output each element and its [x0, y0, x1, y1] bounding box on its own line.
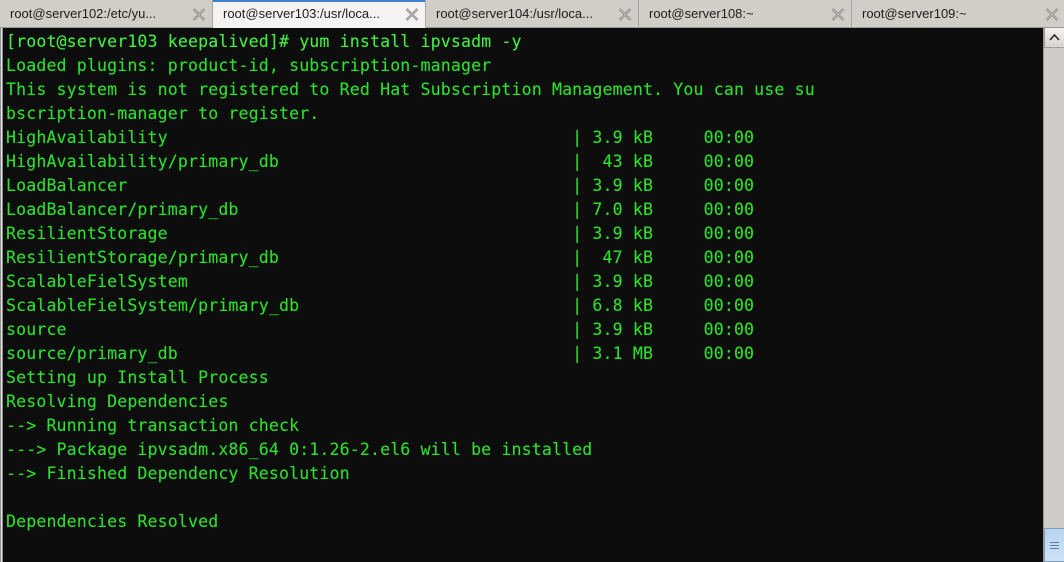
terminal-line: Setting up Install Process — [6, 368, 269, 387]
terminal-line: ResilientStorage | 3.9 kB 00:00 — [6, 224, 755, 243]
scrollbar-track[interactable] — [1044, 48, 1064, 562]
tab-4[interactable]: root@server109:~ — [852, 0, 1064, 28]
scrollbar-up-button[interactable] — [1044, 28, 1064, 48]
scrollbar-thumb[interactable] — [1044, 528, 1064, 562]
terminal-line: source/primary_db | 3.1 MB 00:00 — [6, 344, 755, 363]
terminal-line: --> Running transaction check — [6, 416, 300, 435]
terminal-line: [root@server103 keepalived]# yum install… — [6, 32, 522, 51]
terminal-line: --> Finished Dependency Resolution — [6, 464, 350, 483]
close-icon[interactable] — [399, 0, 425, 27]
terminal-line: HighAvailability/primary_db | 43 kB 00:0… — [6, 152, 755, 171]
tab-2[interactable]: root@server104:/usr/loca... — [426, 0, 639, 28]
terminal-line: This system is not registered to Red Hat… — [6, 80, 815, 99]
tab-label: root@server104:/usr/loca... — [436, 5, 593, 21]
tab-1[interactable]: root@server103:/usr/loca... — [213, 0, 426, 28]
tab-label: root@server109:~ — [862, 5, 967, 21]
terminal-line: Resolving Dependencies — [6, 392, 229, 411]
terminal-line: HighAvailability | 3.9 kB 00:00 — [6, 128, 755, 147]
tab-label: root@server102:/etc/yu... — [10, 5, 157, 21]
terminal-output[interactable]: [root@server103 keepalived]# yum install… — [3, 28, 1064, 562]
terminal-line: ScalableFielSystem | 3.9 kB 00:00 — [6, 272, 755, 291]
tab-3[interactable]: root@server108:~ — [639, 0, 852, 28]
terminal-window: root@server102:/etc/yu... root@server103:… — [0, 0, 1064, 562]
scrollbar-grip-icon — [1050, 540, 1059, 551]
tab-label: root@server103:/usr/loca... — [223, 5, 380, 21]
close-icon[interactable] — [825, 0, 851, 27]
tab-bar: root@server102:/etc/yu... root@server103:… — [0, 0, 1064, 28]
terminal-line: source | 3.9 kB 00:00 — [6, 320, 755, 339]
terminal-scrollbar[interactable] — [1043, 28, 1064, 562]
terminal-line: LoadBalancer/primary_db | 7.0 kB 00:00 — [6, 200, 755, 219]
tab-0[interactable]: root@server102:/etc/yu... — [0, 0, 213, 28]
close-icon[interactable] — [186, 0, 212, 27]
terminal-body: [root@server103 keepalived]# yum install… — [0, 28, 1064, 562]
terminal-line: LoadBalancer | 3.9 kB 00:00 — [6, 176, 755, 195]
terminal-line: Dependencies Resolved — [6, 512, 219, 531]
close-icon[interactable] — [612, 0, 638, 27]
tab-label: root@server108:~ — [649, 5, 754, 21]
terminal-line: ScalableFielSystem/primary_db | 6.8 kB 0… — [6, 296, 755, 315]
terminal-line: ResilientStorage/primary_db | 47 kB 00:0… — [6, 248, 755, 267]
close-icon[interactable] — [1039, 0, 1064, 27]
terminal-line: bscription-manager to register. — [6, 104, 320, 123]
terminal-line: ---> Package ipvsadm.x86_64 0:1.26-2.el6… — [6, 440, 593, 459]
terminal-line: Loaded plugins: product-id, subscription… — [6, 56, 492, 75]
